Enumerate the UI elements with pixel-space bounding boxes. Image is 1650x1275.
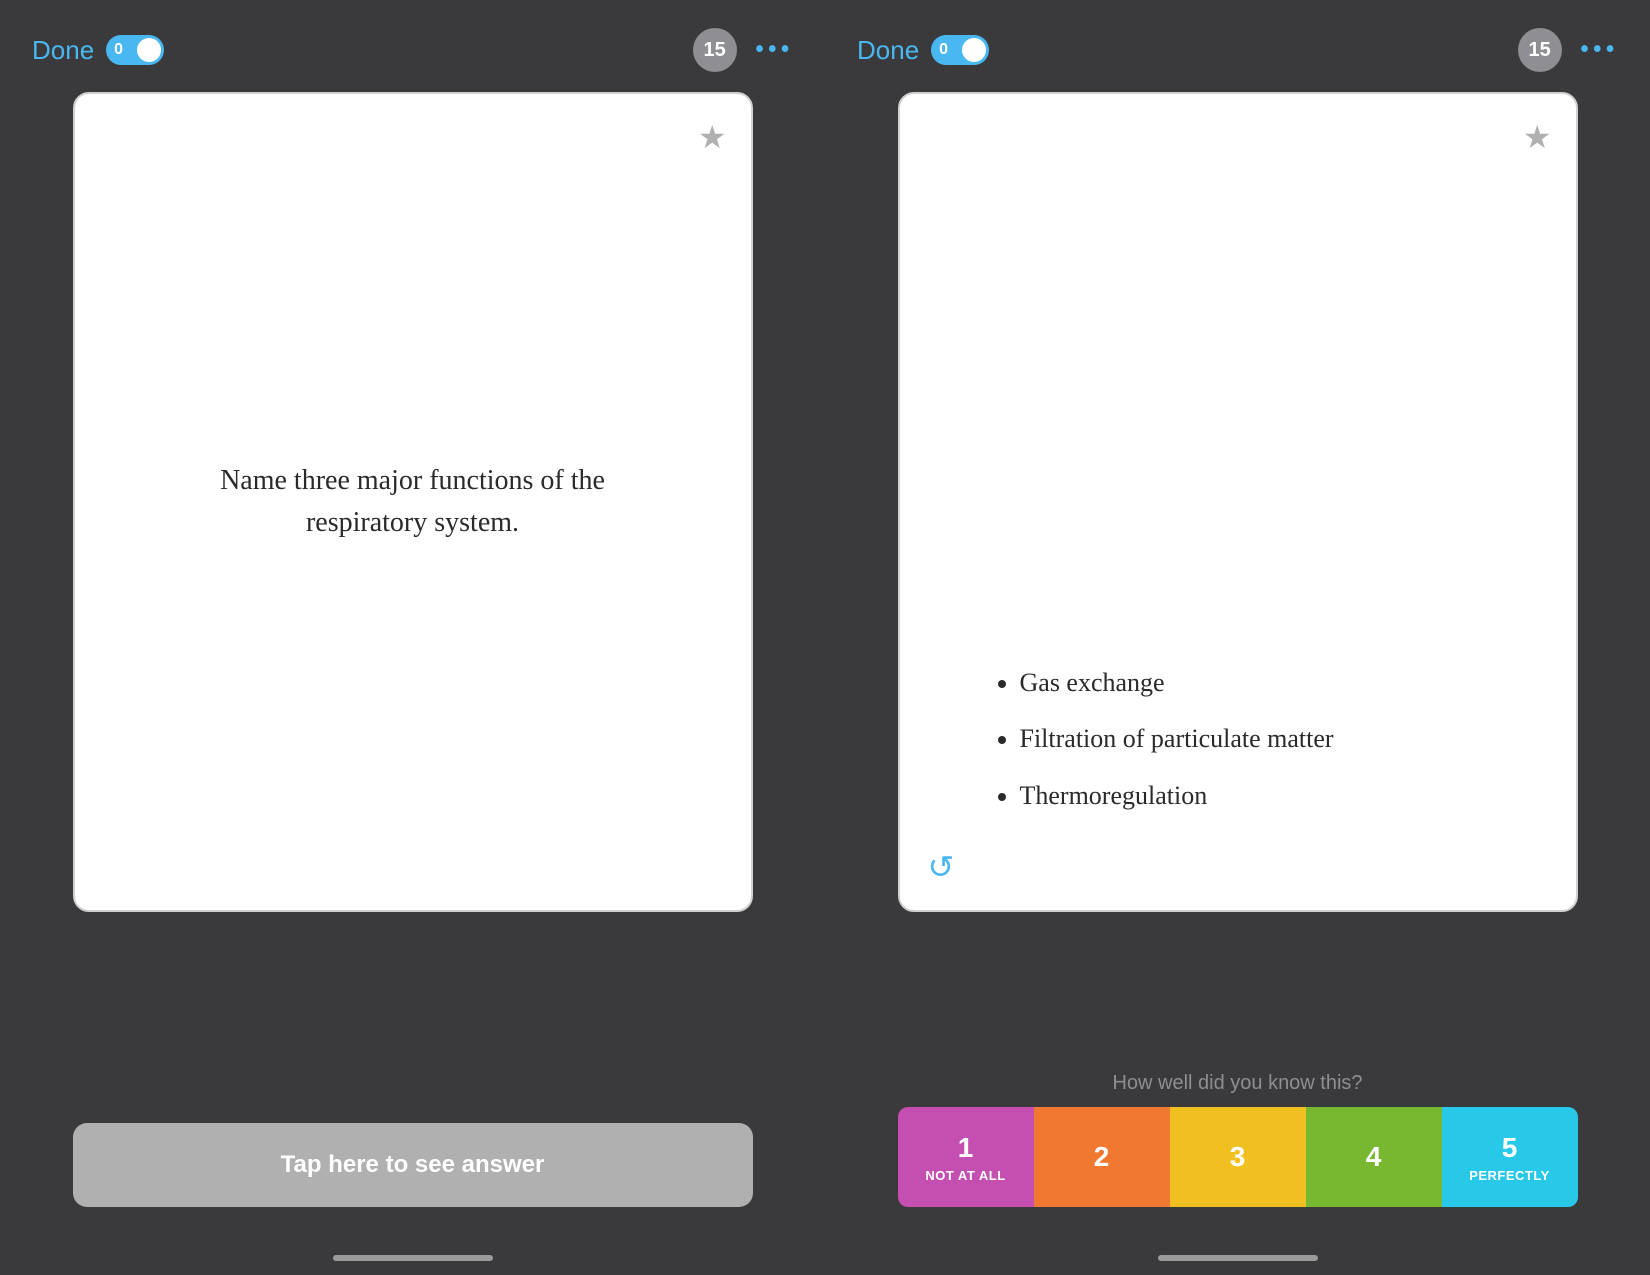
more-options-button[interactable]: •••	[755, 34, 793, 66]
card-answer-content: Gas exchange Filtration of particulate m…	[940, 620, 1536, 870]
rating-2-number: 2	[1094, 1141, 1110, 1173]
top-bar-left-group-2: Done 0	[857, 35, 989, 66]
rating-button-3[interactable]: 3	[1170, 1107, 1306, 1207]
bottom-area-answer: How well did you know this? 1 NOT AT ALL…	[898, 1052, 1578, 1237]
home-indicator-1	[333, 1255, 493, 1261]
star-icon-2[interactable]: ★	[1523, 118, 1552, 156]
rating-label: How well did you know this?	[898, 1072, 1578, 1095]
rating-1-label: NOT AT ALL	[925, 1168, 1005, 1183]
rating-4-number: 4	[1366, 1141, 1382, 1173]
toggle-knob-2	[962, 38, 986, 62]
card-question-text: Name three major functions of the respir…	[213, 460, 613, 544]
toggle-count-2: 0	[939, 41, 948, 59]
answer-item-2: Filtration of particulate matter	[1020, 716, 1486, 763]
done-button-2[interactable]: Done	[857, 35, 919, 66]
more-options-button-2[interactable]: •••	[1580, 34, 1618, 66]
top-bar-left-group: Done 0	[32, 35, 164, 66]
bottom-area-question: Tap here to see answer	[73, 1103, 753, 1237]
rating-button-1[interactable]: 1 NOT AT ALL	[898, 1107, 1034, 1207]
screens-container: Done 0 15 ••• ★ Name three major functio…	[0, 0, 1650, 1275]
done-button[interactable]: Done	[32, 35, 94, 66]
rating-1-number: 1	[958, 1132, 974, 1164]
star-icon[interactable]: ★	[698, 118, 727, 156]
answer-item-1: Gas exchange	[1020, 660, 1486, 707]
flashcard-answer[interactable]: ★ Gas exchange Filtration of particulate…	[898, 92, 1578, 912]
flashcard-question[interactable]: ★ Name three major functions of the resp…	[73, 92, 753, 912]
top-bar-right-group: 15 •••	[693, 28, 793, 72]
toggle-count: 0	[114, 41, 123, 59]
rating-button-5[interactable]: 5 PERFECTLY	[1442, 1107, 1578, 1207]
screen-answer: Done 0 15 ••• ★ Gas exchange Filtration …	[825, 0, 1650, 1275]
card-container-question: ★ Name three major functions of the resp…	[73, 92, 753, 1103]
tap-here-button[interactable]: Tap here to see answer	[73, 1123, 753, 1207]
screen-question: Done 0 15 ••• ★ Name three major functio…	[0, 0, 825, 1275]
home-indicator-2	[1158, 1255, 1318, 1261]
card-container-answer: ★ Gas exchange Filtration of particulate…	[898, 92, 1578, 1052]
toggle-switch[interactable]: 0	[106, 35, 164, 65]
rating-5-label: PERFECTLY	[1469, 1168, 1550, 1183]
undo-icon[interactable]: ↺	[928, 848, 955, 886]
rating-3-number: 3	[1230, 1141, 1246, 1173]
answer-item-3: Thermoregulation	[1020, 773, 1486, 820]
toggle-switch-2[interactable]: 0	[931, 35, 989, 65]
rating-5-number: 5	[1502, 1132, 1518, 1164]
rating-buttons: 1 NOT AT ALL 2 3 4 5 PERFECTLY	[898, 1107, 1578, 1207]
rating-button-2[interactable]: 2	[1034, 1107, 1170, 1207]
tap-button-label: Tap here to see answer	[281, 1151, 545, 1179]
card-count-badge-2: 15	[1518, 28, 1562, 72]
top-bar-left-screen: Done 0 15 •••	[0, 0, 825, 92]
rating-button-4[interactable]: 4	[1306, 1107, 1442, 1207]
toggle-knob	[137, 38, 161, 62]
top-bar-right-group-2: 15 •••	[1518, 28, 1618, 72]
card-count-badge: 15	[693, 28, 737, 72]
top-bar-right-screen: Done 0 15 •••	[825, 0, 1650, 92]
